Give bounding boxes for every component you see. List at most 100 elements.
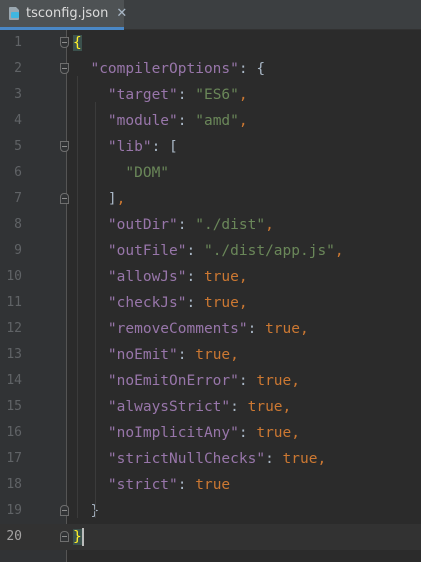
code-token: , <box>291 425 300 441</box>
code-token: "outFile" <box>107 243 187 259</box>
code-token: : <box>177 217 196 233</box>
code-line[interactable]: 6 "DOM" <box>0 160 421 186</box>
code-token: , <box>291 373 300 389</box>
code-token: ] <box>107 191 117 207</box>
code-text: "checkJs": true, <box>73 290 248 316</box>
code-token: "DOM" <box>125 165 170 181</box>
code-token: [ <box>169 139 178 155</box>
code-line[interactable]: 17 "strictNullChecks": true, <box>0 446 421 472</box>
code-token: : <box>177 113 196 129</box>
code-line[interactable]: 18 "strict": true <box>0 472 421 498</box>
code-token: : <box>247 321 266 337</box>
code-text: ], <box>73 186 125 212</box>
code-line[interactable]: 8 "outDir": "./dist", <box>0 212 421 238</box>
code-token: : <box>238 373 257 389</box>
fold-expanded-icon[interactable] <box>60 37 69 48</box>
indent-guide <box>95 102 96 518</box>
line-number: 19 <box>6 503 22 518</box>
fold-end-icon[interactable] <box>60 531 69 542</box>
line-number: 16 <box>6 425 22 440</box>
code-line[interactable]: 20} <box>0 524 421 550</box>
code-line[interactable]: 7 ], <box>0 186 421 212</box>
code-line[interactable]: 1{ <box>0 30 421 56</box>
code-text: "outDir": "./dist", <box>73 212 274 238</box>
code-token: , <box>238 295 248 311</box>
code-line[interactable]: 9 "outFile": "./dist/app.js", <box>0 238 421 264</box>
code-line[interactable]: 19 } <box>0 498 421 524</box>
code-line[interactable]: 2 "compilerOptions": { <box>0 56 421 82</box>
line-number: 13 <box>6 347 22 362</box>
code-line[interactable]: 5 "lib": [ <box>0 134 421 160</box>
code-token: : <box>177 347 196 363</box>
code-text: "DOM" <box>73 160 169 186</box>
fold-expanded-icon[interactable] <box>60 141 69 152</box>
code-text: "removeComments": true, <box>73 316 309 342</box>
code-line[interactable]: 12 "removeComments": true, <box>0 316 421 342</box>
code-token: : <box>186 269 204 285</box>
code-token: true <box>195 347 231 363</box>
code-token: "amd" <box>195 113 239 129</box>
code-editor[interactable]: 1{2 "compilerOptions": {3 "target": "ES6… <box>0 30 421 562</box>
code-token: "strict" <box>107 477 178 493</box>
line-number: 2 <box>14 61 22 76</box>
code-token: "checkJs" <box>107 295 187 311</box>
code-token: : <box>151 139 170 155</box>
fold-end-icon[interactable] <box>60 505 69 516</box>
fold-expanded-icon[interactable] <box>60 63 69 74</box>
code-token: "ES6" <box>195 87 239 103</box>
code-line[interactable]: 16 "noImplicitAny": true, <box>0 420 421 446</box>
editor-tab-bar: tsconfig.json ✕ <box>0 0 421 30</box>
code-line[interactable]: 13 "noEmit": true, <box>0 342 421 368</box>
line-number: 15 <box>6 399 22 414</box>
close-icon[interactable]: ✕ <box>116 7 127 20</box>
line-number: 12 <box>6 321 22 336</box>
code-line[interactable]: 4 "module": "amd", <box>0 108 421 134</box>
line-number: 6 <box>14 165 22 180</box>
code-line[interactable]: 14 "noEmitOnError": true, <box>0 368 421 394</box>
code-text: "compilerOptions": { <box>73 56 265 82</box>
code-text: "alwaysStrict": true, <box>73 394 291 420</box>
line-number: 3 <box>14 87 22 102</box>
line-number: 5 <box>14 139 22 154</box>
code-text: "lib": [ <box>73 134 178 160</box>
code-token: true <box>265 321 300 337</box>
code-token: "noEmitOnError" <box>107 373 239 389</box>
code-text: "strict": true <box>73 472 230 498</box>
tab-label: tsconfig.json <box>26 6 109 21</box>
code-text: "module": "amd", <box>73 108 248 134</box>
fold-end-icon[interactable] <box>60 193 69 204</box>
code-token: "./dist" <box>195 217 266 233</box>
code-line[interactable]: 15 "alwaysStrict": true, <box>0 394 421 420</box>
code-token: true <box>195 477 231 493</box>
code-text: "allowJs": true, <box>73 264 248 290</box>
code-line[interactable]: 3 "target": "ES6", <box>0 82 421 108</box>
code-token: : <box>186 295 204 311</box>
tab-tsconfig-json[interactable]: tsconfig.json ✕ <box>0 0 127 30</box>
code-token: "compilerOptions" <box>90 61 239 77</box>
code-token: , <box>282 399 292 415</box>
code-line[interactable]: 11 "checkJs": true, <box>0 290 421 316</box>
code-line[interactable]: 10 "allowJs": true, <box>0 264 421 290</box>
code-token: "noImplicitAny" <box>107 425 239 441</box>
code-token: , <box>238 113 248 129</box>
code-token: "module" <box>107 113 178 129</box>
code-text: "outFile": "./dist/app.js", <box>73 238 344 264</box>
code-token: : <box>177 477 196 493</box>
line-number: 1 <box>14 35 22 50</box>
code-token: true <box>256 425 292 441</box>
code-token: , <box>317 451 327 467</box>
code-token: "lib" <box>107 139 152 155</box>
code-token: "outDir" <box>107 217 178 233</box>
code-token: : <box>230 399 248 415</box>
code-text: "target": "ES6", <box>73 82 248 108</box>
code-token: "target" <box>107 87 178 103</box>
